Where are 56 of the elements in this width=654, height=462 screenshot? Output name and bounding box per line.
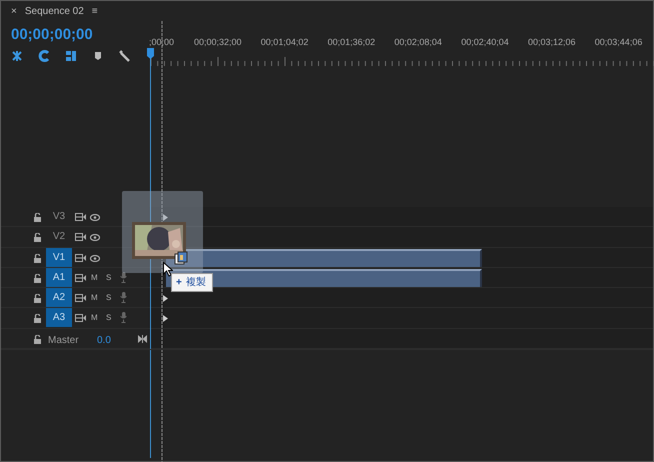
marker-icon[interactable] (92, 50, 104, 62)
camera-icon[interactable] (75, 213, 86, 221)
solo-button[interactable]: S (106, 312, 112, 324)
mute-button[interactable]: M (91, 312, 98, 324)
mute-button[interactable]: M (91, 272, 98, 284)
playhead[interactable] (147, 48, 155, 458)
track-name: Master (48, 334, 79, 348)
snap-icon[interactable] (11, 50, 23, 62)
microphone-icon[interactable] (120, 272, 127, 283)
camera-icon[interactable] (75, 233, 86, 242)
plus-icon: + (176, 277, 182, 288)
ruler-label: 00;02;40;04 (461, 37, 509, 47)
ruler-label: 00;03;12;06 (528, 37, 576, 47)
track-target-button[interactable]: A1 (46, 268, 72, 287)
lock-icon[interactable] (34, 314, 41, 324)
panel-title: Sequence 02 (24, 4, 84, 18)
volume-value[interactable]: 0.0 (97, 332, 111, 348)
solo-button[interactable]: S (106, 272, 112, 284)
track-target-button[interactable]: A3 (46, 308, 72, 328)
tooltip-label: 複製 (186, 277, 206, 288)
track-target-button[interactable]: V1 (46, 248, 72, 267)
lock-icon[interactable] (34, 254, 41, 263)
add-marker-icon[interactable] (65, 50, 77, 62)
mute-button[interactable]: M (91, 292, 98, 304)
bowtie-icon[interactable] (138, 334, 147, 343)
solo-button[interactable]: S (106, 292, 112, 304)
close-button[interactable]: × (11, 4, 17, 18)
microphone-icon[interactable] (120, 312, 127, 324)
ruler-label: 00;00;32;00 (194, 37, 242, 47)
eye-icon[interactable] (90, 254, 100, 262)
panel-menu-button[interactable]: ≡ (92, 4, 98, 18)
microphone-icon[interactable] (120, 292, 127, 304)
camera-icon[interactable] (75, 274, 86, 282)
lock-icon[interactable] (34, 213, 41, 222)
wrench-icon[interactable] (119, 50, 131, 62)
ruler-label: 00;02;08;04 (394, 37, 442, 47)
track-target-button[interactable]: A2 (46, 288, 72, 308)
ruler-label: 00;01;04;02 (260, 37, 308, 47)
track-target-button[interactable]: V3 (46, 207, 72, 226)
lock-icon[interactable] (34, 334, 41, 344)
lock-icon[interactable] (34, 294, 41, 304)
clip-stack-icon (174, 251, 188, 265)
track-target-button[interactable]: V2 (46, 227, 72, 246)
lock-icon[interactable] (34, 233, 41, 242)
camera-icon[interactable] (75, 294, 86, 302)
clip[interactable] (166, 248, 482, 267)
eye-icon[interactable] (90, 214, 100, 221)
timecode[interactable]: 00;00;00;00 (1, 25, 93, 45)
linked-selection-icon[interactable] (38, 50, 50, 62)
lock-icon[interactable] (34, 274, 41, 283)
ruler-label: 00;01;36;02 (328, 37, 376, 47)
camera-icon[interactable] (75, 314, 86, 322)
camera-icon[interactable] (75, 254, 86, 262)
ruler-label: ;00;00 (149, 37, 174, 47)
eye-icon[interactable] (90, 234, 100, 242)
ruler-label: 00;03;44;06 (594, 37, 642, 47)
